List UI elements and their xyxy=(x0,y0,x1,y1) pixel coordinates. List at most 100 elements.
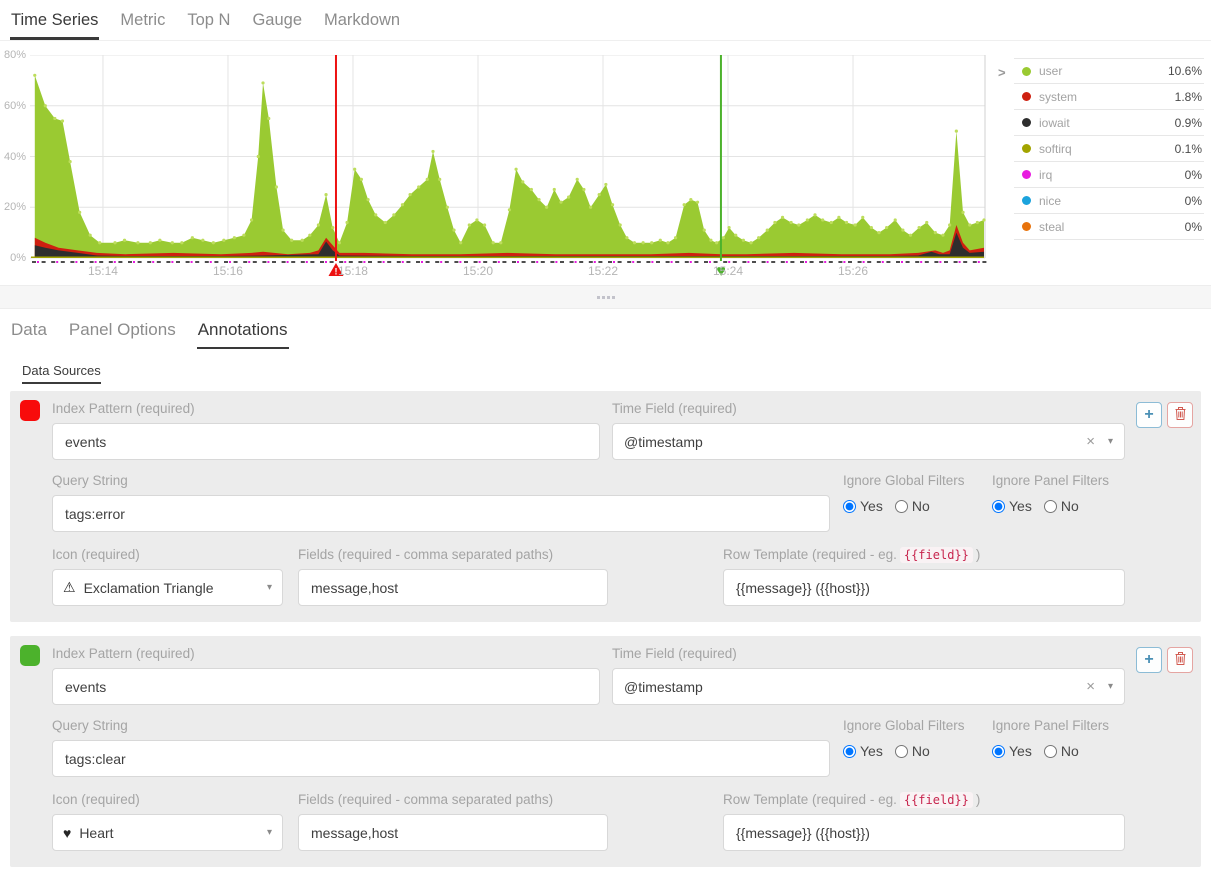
clear-icon[interactable]: × xyxy=(1086,678,1095,695)
index-pattern-input[interactable] xyxy=(52,668,600,705)
add-annotation-button[interactable]: + xyxy=(1136,402,1162,428)
icon-label: Icon (required) xyxy=(52,792,283,807)
series-name: irq xyxy=(1039,168,1052,182)
index-pattern-label: Index Pattern (required) xyxy=(52,401,600,416)
color-swatch[interactable] xyxy=(20,645,40,666)
time-field-combobox[interactable]: @timestamp × ▾ xyxy=(612,668,1125,705)
radio-no-label[interactable]: No xyxy=(1061,743,1079,759)
field-code-sample: {{field}} xyxy=(900,792,973,808)
radio-yes-label[interactable]: Yes xyxy=(1009,498,1032,514)
series-color-dot xyxy=(1022,196,1031,205)
ignore-panel-yes-radio[interactable] xyxy=(992,745,1005,758)
radio-yes-label[interactable]: Yes xyxy=(860,743,883,759)
ignore-global-filters-group: Ignore Global Filters Yes No xyxy=(843,473,989,514)
fields-label: Fields (required - comma separated paths… xyxy=(298,547,608,562)
ignore-global-yes-radio[interactable] xyxy=(843,745,856,758)
radio-yes-label[interactable]: Yes xyxy=(1009,743,1032,759)
index-pattern-input[interactable] xyxy=(52,423,600,460)
timeseries-preview: !♥15:1415:1615:1815:2015:2215:2415:26 0%… xyxy=(0,41,1211,285)
ignore-panel-yes-radio[interactable] xyxy=(992,500,1005,513)
tab-panel-options[interactable]: Panel Options xyxy=(68,316,177,349)
color-swatch[interactable] xyxy=(20,400,40,421)
legend-item-nice[interactable]: nice 0% xyxy=(1014,188,1204,214)
svg-text:15:16: 15:16 xyxy=(213,264,243,278)
icon-select[interactable]: ⚠ Exclamation Triangle ▾ xyxy=(52,569,283,606)
annotation-source-card: Index Pattern (required) Time Field (req… xyxy=(10,391,1201,622)
caret-down-icon: ▾ xyxy=(1108,681,1113,692)
time-field-combobox[interactable]: @timestamp × ▾ xyxy=(612,423,1125,460)
legend-item-softirq[interactable]: softirq 0.1% xyxy=(1014,136,1204,162)
legend-collapse-chevron-icon[interactable]: > xyxy=(994,65,1010,80)
clear-icon[interactable]: × xyxy=(1086,433,1095,450)
delete-annotation-button[interactable] xyxy=(1167,402,1193,428)
index-pattern-label: Index Pattern (required) xyxy=(52,646,600,661)
ignore-global-filters-group: Ignore Global Filters Yes No xyxy=(843,718,989,759)
ignore-global-no-radio[interactable] xyxy=(895,500,908,513)
series-color-dot xyxy=(1022,67,1031,76)
radio-no-label[interactable]: No xyxy=(1061,498,1079,514)
caret-down-icon: ▾ xyxy=(267,582,272,593)
tab-annotations[interactable]: Annotations xyxy=(197,316,289,349)
query-string-label: Query String xyxy=(52,718,830,733)
legend: > user 10.6% system 1.8% iowait 0.9% sof… xyxy=(992,55,1210,285)
time-field-label: Time Field (required) xyxy=(612,401,1125,416)
series-color-dot xyxy=(1022,222,1031,231)
time-field-value: @timestamp xyxy=(624,679,1086,695)
query-string-input[interactable] xyxy=(52,740,830,777)
ignore-panel-no-radio[interactable] xyxy=(1044,500,1057,513)
tab-top-n[interactable]: Top N xyxy=(186,2,231,40)
caret-down-icon: ▾ xyxy=(267,827,272,838)
chart-area: !♥15:1415:1615:1815:2015:2215:2415:26 0%… xyxy=(30,55,987,285)
resize-handle[interactable] xyxy=(0,285,1211,309)
fields-input[interactable] xyxy=(298,569,608,606)
trash-icon xyxy=(1175,407,1186,423)
icon-label: Icon (required) xyxy=(52,547,283,562)
annotation-source-card: Index Pattern (required) Time Field (req… xyxy=(10,636,1201,867)
trash-icon xyxy=(1175,652,1186,668)
legend-item-user[interactable]: user 10.6% xyxy=(1014,58,1204,84)
query-string-label: Query String xyxy=(52,473,830,488)
legend-item-system[interactable]: system 1.8% xyxy=(1014,84,1204,110)
query-string-input[interactable] xyxy=(52,495,830,532)
radio-yes-label[interactable]: Yes xyxy=(860,498,883,514)
tab-metric[interactable]: Metric xyxy=(119,2,166,40)
row-template-input[interactable] xyxy=(723,814,1125,851)
ignore-panel-filters-group: Ignore Panel Filters Yes No xyxy=(992,718,1138,759)
timeseries-plot[interactable]: !♥15:1415:1615:1815:2015:2215:2415:26 xyxy=(30,55,987,280)
series-color-dot xyxy=(1022,170,1031,179)
fields-input[interactable] xyxy=(298,814,608,851)
icon-select[interactable]: ♥ Heart ▾ xyxy=(52,814,283,851)
caret-down-icon: ▾ xyxy=(1108,436,1113,447)
row-template-input[interactable] xyxy=(723,569,1125,606)
tab-data[interactable]: Data xyxy=(10,316,48,349)
series-value: 10.6% xyxy=(1168,64,1204,78)
legend-rows: user 10.6% system 1.8% iowait 0.9% softi… xyxy=(1014,58,1204,240)
series-value: 0% xyxy=(1185,194,1204,208)
series-color-dot xyxy=(1022,118,1031,127)
icon-select-value: Exclamation Triangle xyxy=(84,580,214,596)
tab-gauge[interactable]: Gauge xyxy=(251,2,303,40)
ignore-global-yes-radio[interactable] xyxy=(843,500,856,513)
legend-item-iowait[interactable]: iowait 0.9% xyxy=(1014,110,1204,136)
radio-no-label[interactable]: No xyxy=(912,498,930,514)
add-annotation-button[interactable]: + xyxy=(1136,647,1162,673)
legend-item-irq[interactable]: irq 0% xyxy=(1014,162,1204,188)
legend-item-steal[interactable]: steal 0% xyxy=(1014,214,1204,240)
ignore-panel-filters-label: Ignore Panel Filters xyxy=(992,473,1138,488)
ignore-panel-no-radio[interactable] xyxy=(1044,745,1057,758)
series-color-dot xyxy=(1022,144,1031,153)
series-color-dot xyxy=(1022,92,1031,101)
tab-markdown[interactable]: Markdown xyxy=(323,2,401,40)
delete-annotation-button[interactable] xyxy=(1167,647,1193,673)
series-name: user xyxy=(1039,64,1062,78)
radio-no-label[interactable]: No xyxy=(912,743,930,759)
tab-time-series[interactable]: Time Series xyxy=(10,2,99,40)
subtab-data-sources[interactable]: Data Sources xyxy=(22,363,101,384)
row-template-label: Row Template (required - eg.{{field}}) xyxy=(723,792,1125,807)
y-axis-tick-label: 20% xyxy=(0,201,26,213)
svg-text:15:20: 15:20 xyxy=(463,264,493,278)
series-name: steal xyxy=(1039,220,1064,234)
ignore-global-no-radio[interactable] xyxy=(895,745,908,758)
field-code-sample: {{field}} xyxy=(900,547,973,563)
y-axis-tick-label: 60% xyxy=(0,100,26,112)
